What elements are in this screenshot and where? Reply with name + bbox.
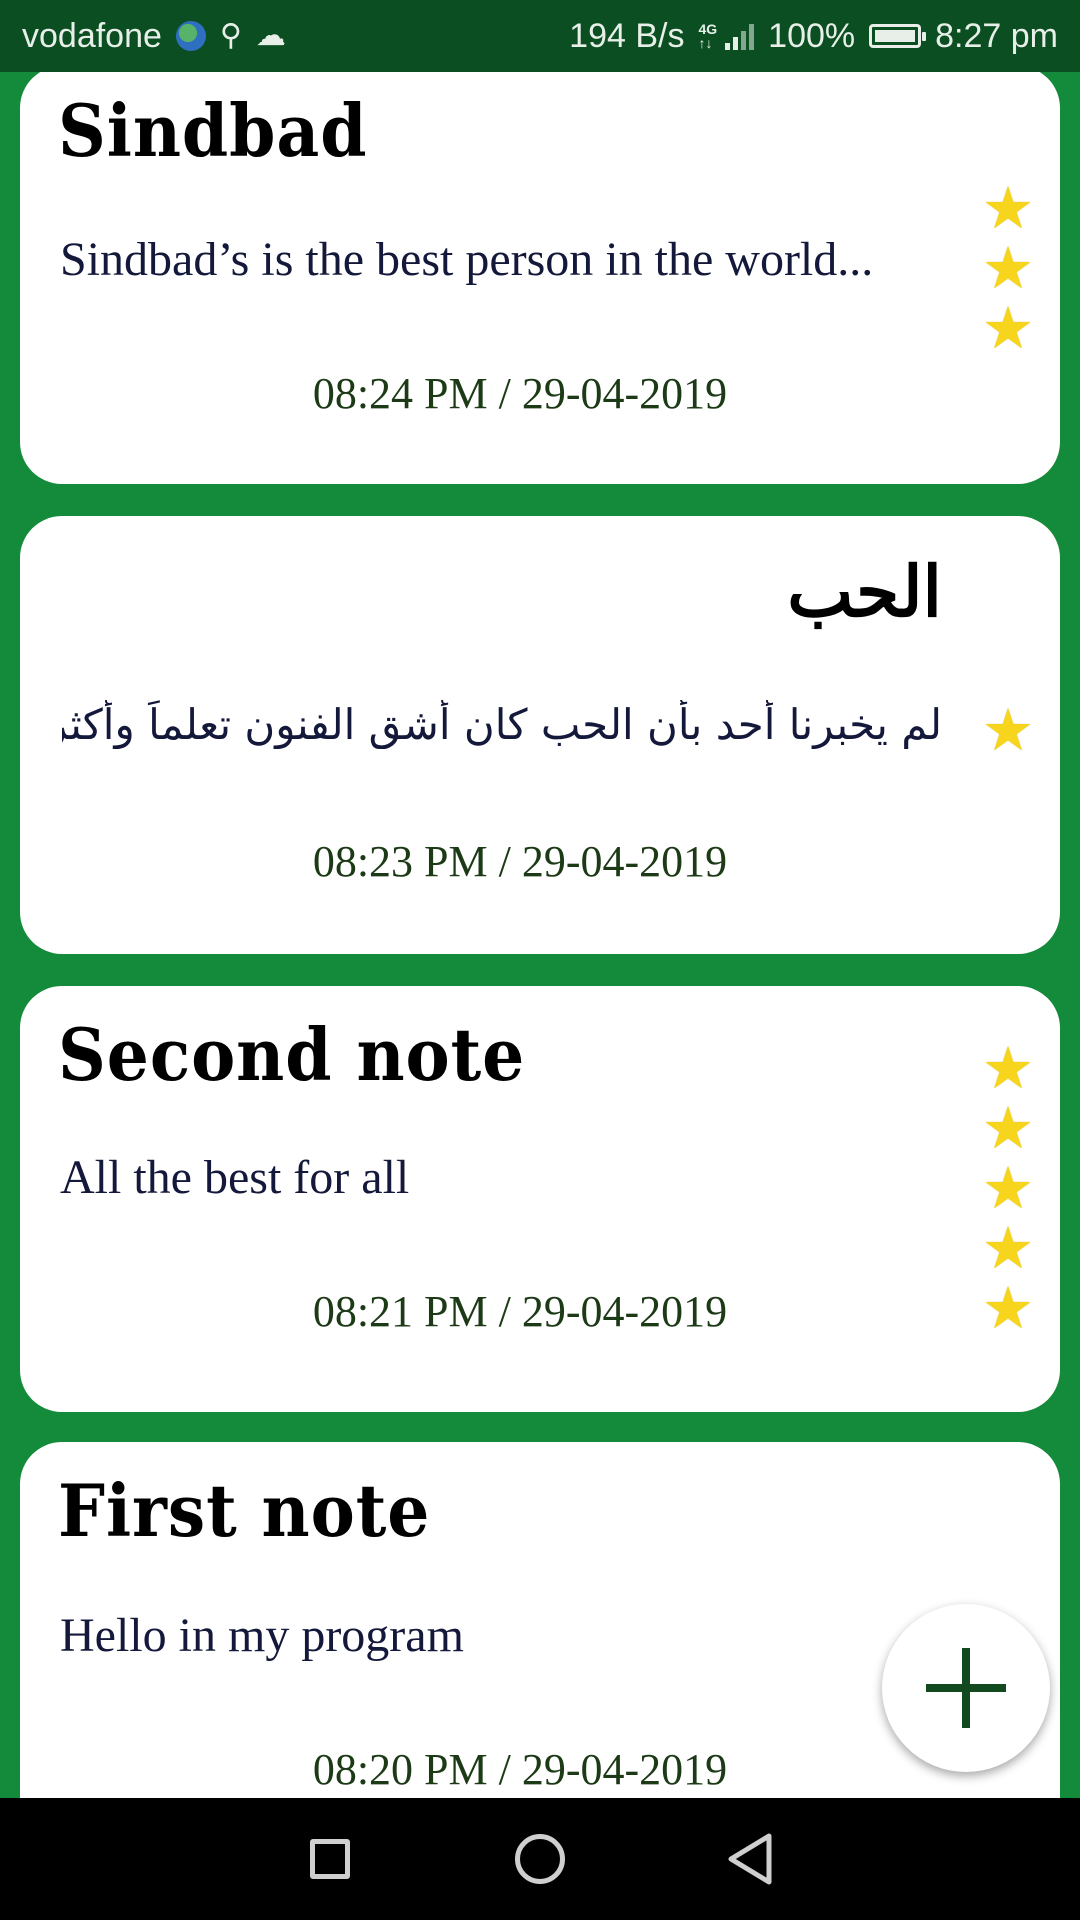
note-body: All the best for all — [60, 1151, 410, 1204]
square-icon — [310, 1839, 350, 1879]
note-title: Sindbad — [58, 88, 368, 173]
note-body: لم يخبرنا أحد بأن الحب كان أشق الفنون تع… — [62, 700, 942, 749]
home-button[interactable] — [510, 1829, 570, 1889]
back-button[interactable] — [720, 1829, 780, 1889]
star-icon: ★ — [982, 234, 1034, 302]
recent-apps-button[interactable] — [300, 1829, 360, 1889]
usb-icon: ⚲ — [219, 19, 242, 52]
back-triangle-icon — [728, 1833, 772, 1885]
add-note-button[interactable] — [882, 1604, 1050, 1772]
plus-icon — [926, 1648, 1006, 1728]
star-icon: ★ — [982, 1274, 1034, 1342]
status-bar: vodafone ⚲ ☁ 194 B/s 4G ↑↓ 100% 8:27 pm — [0, 0, 1080, 72]
star-icon: ★ — [982, 1214, 1034, 1282]
network-type-indicator: 4G ↑↓ — [698, 22, 717, 50]
status-right: 194 B/s 4G ↑↓ 100% 8:27 pm — [569, 17, 1058, 56]
battery-icon — [869, 24, 927, 48]
star-icon: ★ — [982, 1094, 1034, 1162]
note-list[interactable]: Sindbad Sindbad’s is the best person in … — [0, 72, 1080, 1798]
note-date: 08:23 PM / 29-04-2019 — [312, 837, 728, 886]
note-date: 08:24 PM / 29-04-2019 — [312, 369, 728, 418]
carrier-label: vodafone — [22, 16, 162, 55]
network-gen-label: 4G — [698, 21, 718, 37]
signal-icon — [725, 22, 755, 50]
cloud-icon: ☁ — [255, 19, 286, 52]
note-date: 08:20 PM / 29-04-2019 — [312, 1745, 728, 1794]
note-title: Second note — [58, 1012, 526, 1097]
globe-icon — [175, 21, 206, 51]
note-title: First note — [58, 1468, 431, 1553]
star-icon: ★ — [982, 1154, 1034, 1222]
note-card[interactable]: Second note All the best for all 08:21 P… — [20, 986, 1060, 1412]
note-title: الحب — [787, 550, 942, 633]
clock: 8:27 pm — [935, 16, 1058, 55]
network-activity-arrows: ↑↓ — [698, 35, 713, 51]
navigation-bar — [0, 1798, 1080, 1920]
note-date: 08:21 PM / 29-04-2019 — [312, 1287, 728, 1336]
note-rating: ★ ★ ★ ★ ★ — [978, 1038, 1038, 1338]
battery-percent: 100% — [768, 16, 856, 55]
star-icon: ★ — [982, 696, 1034, 764]
note-card[interactable]: Sindbad Sindbad’s is the best person in … — [20, 72, 1060, 484]
note-body: Hello in my program — [60, 1609, 464, 1662]
star-icon: ★ — [982, 1034, 1034, 1102]
note-rating: ★ ★ ★ — [978, 178, 1038, 358]
note-card[interactable]: الحب لم يخبرنا أحد بأن الحب كان أشق الفن… — [20, 516, 1060, 954]
net-speed: 194 B/s — [569, 16, 685, 55]
note-body: Sindbad’s is the best person in the worl… — [60, 233, 874, 286]
star-icon: ★ — [982, 294, 1034, 362]
note-rating: ★ — [978, 700, 1038, 760]
circle-icon — [515, 1834, 565, 1884]
star-icon: ★ — [982, 174, 1034, 242]
status-left: vodafone ⚲ ☁ — [22, 17, 286, 56]
